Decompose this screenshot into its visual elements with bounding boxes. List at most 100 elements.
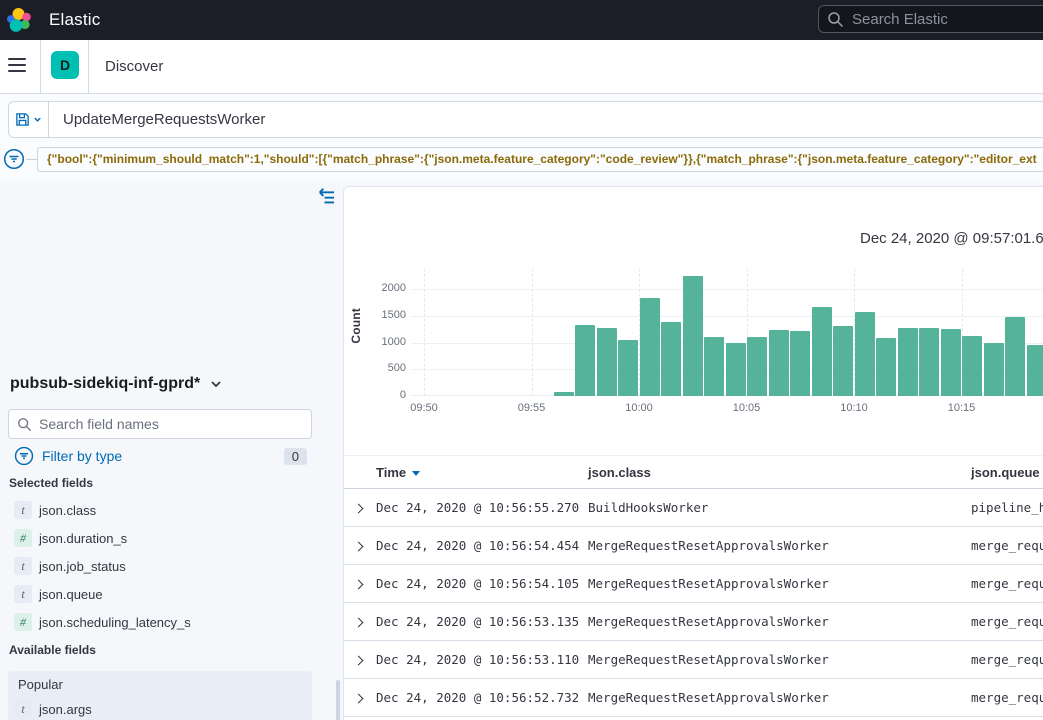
histogram-bar-10:02[interactable] xyxy=(683,276,703,396)
expand-row-icon[interactable] xyxy=(354,504,364,514)
histogram-bar-10:00[interactable] xyxy=(640,298,660,396)
cell-json-class: MergeRequestResetApprovalsWorker xyxy=(588,603,829,641)
table-row: Dec 24, 2020 @ 10:56:53.135MergeRequestR… xyxy=(344,603,1043,641)
number-field-type-icon: # xyxy=(14,613,32,631)
save-query-button[interactable] xyxy=(8,101,49,138)
filter-count-badge: 0 xyxy=(284,448,307,465)
column-header-json-queue[interactable]: json.queue xyxy=(971,456,1040,489)
histogram-bar-10:01[interactable] xyxy=(661,322,681,396)
expand-row-icon[interactable] xyxy=(354,618,364,628)
cell-json-class: BuildHooksWorker xyxy=(588,489,708,527)
field-name: json.queue xyxy=(39,587,103,602)
field-item-json.queue[interactable]: t json.queue xyxy=(0,580,320,608)
field-search-input[interactable] xyxy=(39,416,303,432)
elastic-logo[interactable] xyxy=(6,7,33,34)
y-axis-tick: 2000 xyxy=(362,282,406,294)
table-row: Dec 24, 2020 @ 10:56:55.270BuildHooksWor… xyxy=(344,489,1043,527)
field-name: json.class xyxy=(39,503,96,518)
menu-left-icon xyxy=(318,187,337,206)
y-axis-label: Count xyxy=(349,308,363,344)
collapse-sidebar-button[interactable] xyxy=(318,187,338,207)
histogram-bar-10:12[interactable] xyxy=(898,328,918,396)
column-header-time[interactable]: Time xyxy=(376,456,420,489)
available-fields-label: Available fields xyxy=(9,643,96,657)
histogram-bar-10:11[interactable] xyxy=(876,338,896,396)
histogram-bar-10:05[interactable] xyxy=(747,337,767,396)
selected-fields-label: Selected fields xyxy=(9,476,93,490)
global-header: Elastic xyxy=(0,0,1043,40)
field-item-json.scheduling_latency_s[interactable]: # json.scheduling_latency_s xyxy=(0,608,320,636)
y-axis-tick: 0 xyxy=(362,389,406,401)
histogram-bar-09:57[interactable] xyxy=(575,325,595,396)
cell-json-queue: pipeline_ho xyxy=(971,489,1043,527)
histogram-bar-10:14[interactable] xyxy=(941,329,961,396)
global-search-input[interactable] xyxy=(852,11,1022,28)
gridline xyxy=(411,289,1043,290)
field-item-json.job_status[interactable]: tjson.job_status xyxy=(0,552,320,580)
breadcrumb[interactable]: Discover xyxy=(105,40,163,93)
time-range-label: Dec 24, 2020 @ 09:57:01.67 xyxy=(860,230,1043,247)
divider xyxy=(88,40,89,93)
histogram-bar-10:16[interactable] xyxy=(984,343,1004,396)
histogram-bar-09:59[interactable] xyxy=(618,340,638,396)
field-item-json.duration_s[interactable]: # json.duration_s xyxy=(0,524,320,552)
cell-json-queue: merge_reque xyxy=(971,641,1043,679)
histogram-bar-10:17[interactable] xyxy=(1005,317,1025,396)
menu-icon[interactable] xyxy=(8,58,26,72)
string-field-type-icon: t xyxy=(14,700,32,718)
chevron-down-icon xyxy=(208,376,224,392)
query-input[interactable]: UpdateMergeRequestsWorker xyxy=(48,101,1043,138)
breadcrumb-bar: D Discover xyxy=(0,40,1043,94)
expand-row-icon[interactable] xyxy=(354,580,364,590)
global-search[interactable] xyxy=(818,5,1043,33)
column-header-json-class[interactable]: json.class xyxy=(588,456,651,489)
histogram-bar-10:04[interactable] xyxy=(726,343,746,397)
histogram-chart xyxy=(411,269,1043,396)
index-pattern-selector[interactable]: pubsub-sidekiq-inf-gprd* xyxy=(10,372,224,396)
histogram-bar-10:09[interactable] xyxy=(833,326,853,396)
y-axis-tick: 1500 xyxy=(362,309,406,321)
expand-row-icon[interactable] xyxy=(354,542,364,552)
cell-time: Dec 24, 2020 @ 10:56:55.270 xyxy=(376,489,579,527)
divider xyxy=(40,40,41,93)
field-name: json.scheduling_latency_s xyxy=(39,615,191,630)
filter-pill[interactable]: {"bool":{"minimum_should_match":1,"shoul… xyxy=(37,147,1043,172)
column-header-time-label: Time xyxy=(376,465,406,480)
histogram-bar-10:13[interactable] xyxy=(919,328,939,396)
popular-label: Popular xyxy=(18,677,63,692)
gridline xyxy=(532,269,533,396)
index-pattern-name: pubsub-sidekiq-inf-gprd* xyxy=(10,375,200,393)
histogram-bar-10:10[interactable] xyxy=(855,312,875,396)
histogram-bar-10:07[interactable] xyxy=(790,331,810,396)
field-item-json.args[interactable]: tjson.args xyxy=(8,695,312,720)
cell-json-class: MergeRequestResetApprovalsWorker xyxy=(588,527,829,565)
x-axis-tick: 10:15 xyxy=(937,402,987,414)
table-row: Dec 24, 2020 @ 10:56:53.110MergeRequestR… xyxy=(344,641,1043,679)
table-row: Dec 24, 2020 @ 10:56:52.732MergeRequestR… xyxy=(344,679,1043,717)
expand-row-icon[interactable] xyxy=(354,694,364,704)
histogram-bar-09:56[interactable] xyxy=(554,392,574,396)
gridline xyxy=(424,269,425,396)
filter-menu-icon[interactable] xyxy=(3,148,25,170)
histogram-bar-10:15[interactable] xyxy=(962,336,982,396)
histogram-bar-09:58[interactable] xyxy=(597,328,617,396)
field-name: json.duration_s xyxy=(39,531,127,546)
number-field-type-icon: # xyxy=(14,529,32,547)
filter-connector-line xyxy=(26,159,37,160)
histogram-bar-10:06[interactable] xyxy=(769,330,789,396)
x-axis-tick: 10:10 xyxy=(829,402,879,414)
string-field-type-icon: t xyxy=(14,585,32,603)
histogram-bar-10:03[interactable] xyxy=(704,337,724,396)
field-item-json.class[interactable]: tjson.class xyxy=(0,496,320,524)
filter-by-type-link[interactable]: Filter by type xyxy=(42,448,122,464)
histogram-bar-10:08[interactable] xyxy=(812,307,832,396)
brand-title: Elastic xyxy=(49,10,100,30)
sidebar-scrollbar[interactable] xyxy=(336,680,340,720)
expand-row-icon[interactable] xyxy=(354,656,364,666)
cell-time: Dec 24, 2020 @ 10:56:54.105 xyxy=(376,565,579,603)
filter-by-type-icon xyxy=(14,446,34,466)
cell-time: Dec 24, 2020 @ 10:56:54.454 xyxy=(376,527,579,565)
histogram-bar-10:18[interactable] xyxy=(1027,345,1043,396)
table-header: Time json.class json.queue xyxy=(344,455,1043,489)
discover-app-badge: D xyxy=(51,51,79,79)
